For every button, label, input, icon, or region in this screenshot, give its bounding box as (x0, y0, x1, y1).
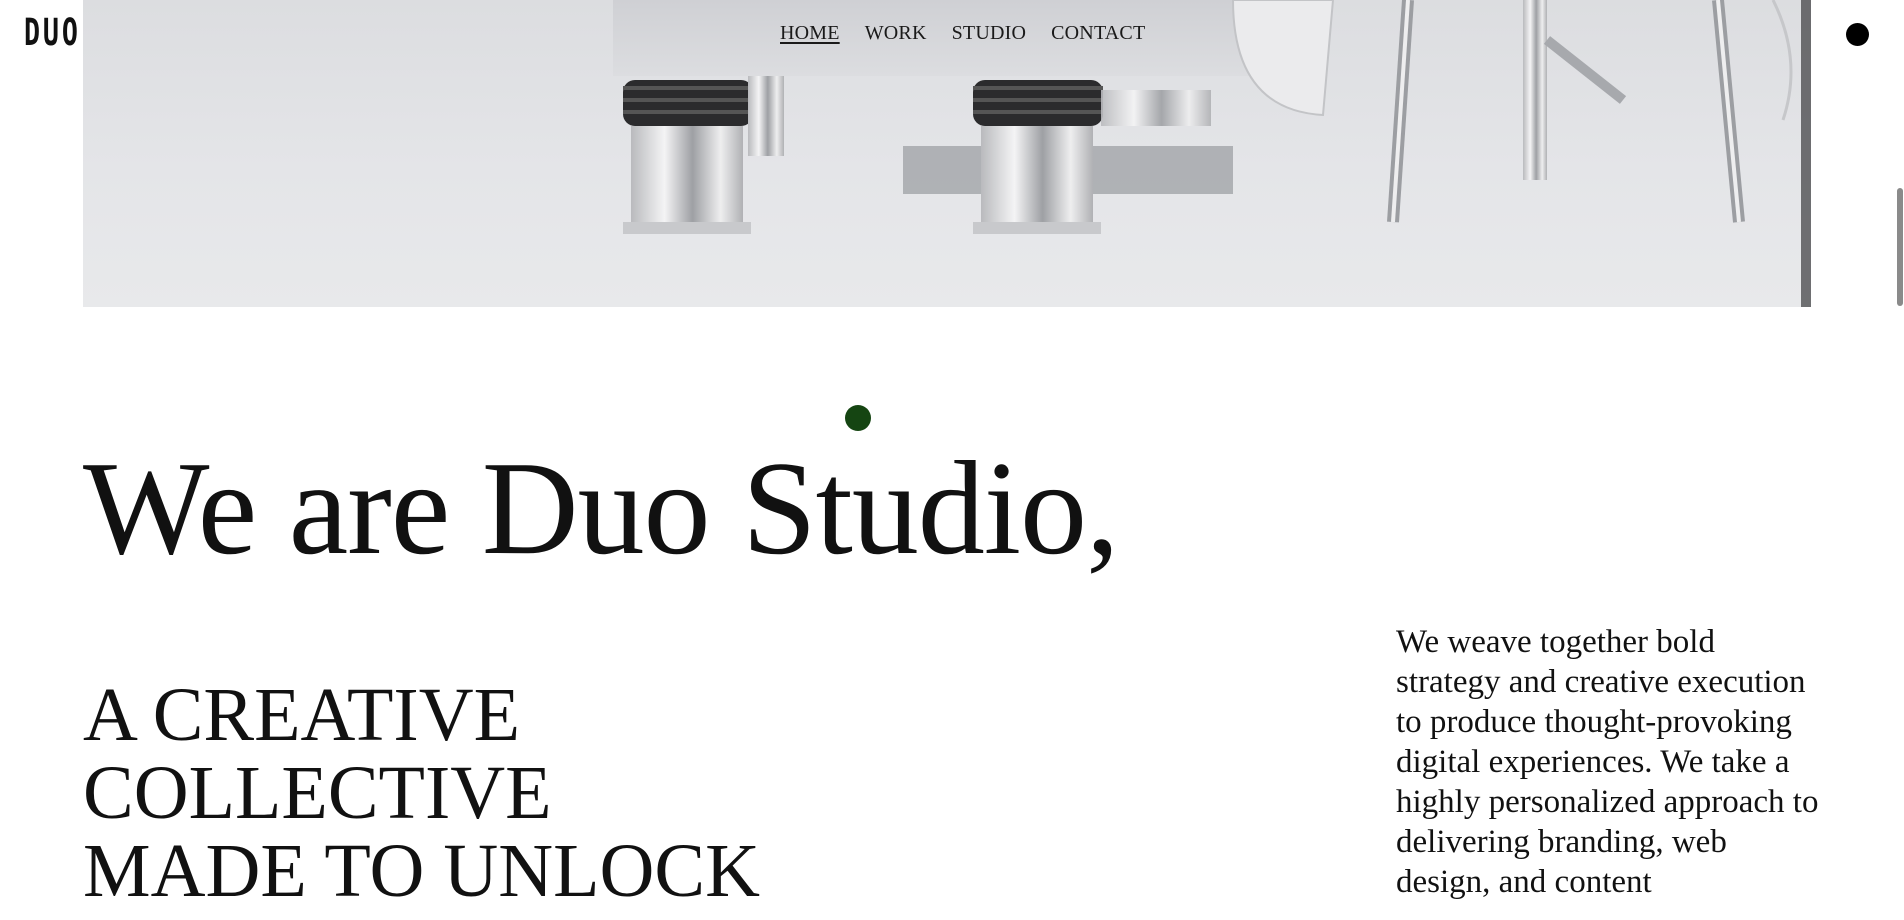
hero-image (83, 0, 1811, 307)
accent-dot (845, 405, 871, 431)
nav-link-home[interactable]: HOME (780, 22, 840, 45)
nav-link-work[interactable]: WORK (865, 22, 927, 45)
tagline-line: COLLECTIVE (83, 751, 552, 835)
intro-blurb: We weave together bold strategy and crea… (1396, 624, 1819, 900)
hero-illustration (613, 0, 1811, 307)
nav-link-contact[interactable]: CONTACT (1051, 22, 1145, 45)
tagline-line: MADE TO UNLOCK (83, 829, 760, 913)
tagline: A CREATIVE COLLECTIVE MADE TO UNLOCK (83, 676, 843, 910)
tagline-line: A CREATIVE (83, 673, 520, 757)
nav-link-studio[interactable]: STUDIO (952, 22, 1027, 45)
logo[interactable]: DUO (24, 14, 81, 51)
menu-dot-icon[interactable] (1846, 23, 1869, 46)
main-nav: HOME WORK STUDIO CONTACT (780, 22, 1145, 45)
scrollbar-thumb[interactable] (1897, 188, 1903, 306)
page-headline: We are Duo Studio, (83, 434, 1120, 582)
